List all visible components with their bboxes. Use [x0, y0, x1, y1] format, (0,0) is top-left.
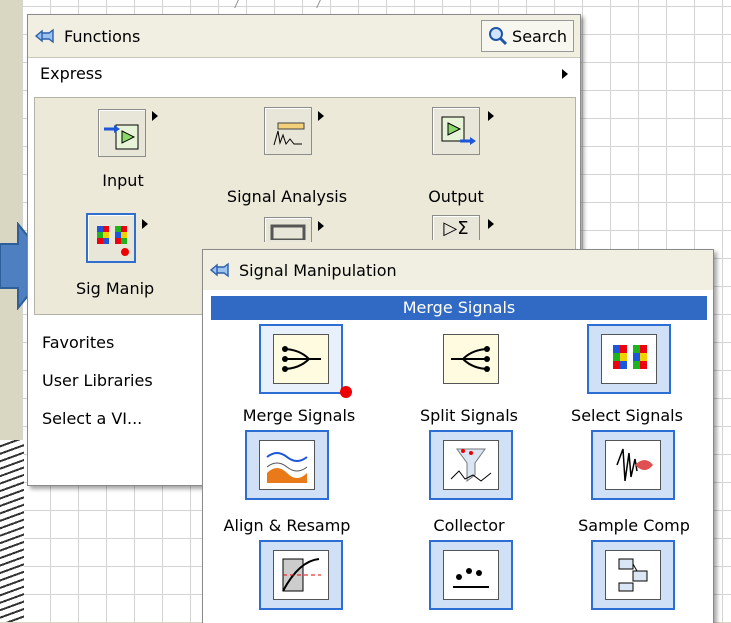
sig-manip-icon[interactable] — [86, 213, 136, 263]
search-button[interactable]: Search — [481, 20, 574, 52]
signal-analysis-icon[interactable] — [264, 107, 312, 155]
submenu-arrow-icon — [152, 111, 158, 121]
functions-palette-title: Functions — [64, 26, 141, 46]
pushpin-icon[interactable] — [34, 27, 56, 45]
sample-compression-label: Sample Comp — [578, 516, 690, 535]
search-button-label: Search — [512, 26, 567, 46]
highlighted-item-bar: Merge Signals — [211, 296, 707, 320]
arith-compare-icon[interactable]: ▷Σ — [432, 215, 480, 240]
output-label: Output — [428, 187, 484, 206]
signal-manipulation-title: Signal Manipulation — [239, 260, 397, 280]
split-signals-label: Split Signals — [419, 406, 519, 425]
merge-signals-label: Merge Signals — [242, 406, 356, 425]
align-resample-button[interactable] — [245, 430, 329, 500]
menu-user-libraries[interactable]: User Libraries — [42, 371, 153, 390]
align-resample-label: Align & Resamp — [223, 516, 351, 535]
select-signals-button[interactable] — [587, 324, 671, 394]
select-signals-label: Select Signals — [571, 406, 683, 425]
sample-compression-button[interactable] — [591, 430, 675, 500]
exec-control-icon[interactable] — [264, 217, 312, 242]
signal-manipulation-header[interactable]: Signal Manipulation — [203, 250, 713, 290]
output-icon[interactable] — [432, 107, 480, 155]
submenu-arrow-icon — [142, 219, 148, 229]
convert-button[interactable] — [591, 540, 675, 610]
input-label: Input — [102, 171, 144, 190]
menu-favorites[interactable]: Favorites — [42, 333, 114, 352]
search-icon — [489, 27, 508, 46]
selection-marker-icon — [340, 386, 352, 398]
submenu-arrow-icon — [318, 111, 324, 121]
merge-signals-button[interactable] — [259, 324, 343, 394]
collector-label: Collector — [433, 516, 505, 535]
submenu-arrow-icon — [318, 221, 324, 231]
pushpin-icon[interactable] — [209, 261, 231, 279]
relay-button[interactable] — [259, 540, 343, 610]
functions-palette-header[interactable]: Functions Search — [28, 15, 580, 58]
collector-button[interactable] — [429, 430, 513, 500]
signal-analysis-label: Signal Analysis — [226, 187, 348, 206]
category-express[interactable]: Express — [28, 59, 578, 89]
submenu-arrow-icon — [488, 219, 494, 229]
trigger-gate-button[interactable] — [429, 540, 513, 610]
signal-manipulation-palette: Signal Manipulation Merge Signals Merge … — [202, 249, 714, 623]
menu-select-a-vi[interactable]: Select a VI... — [42, 409, 142, 428]
sig-manip-label: Sig Manip — [76, 279, 155, 298]
category-express-label: Express — [40, 64, 103, 83]
input-icon[interactable] — [98, 109, 146, 157]
submenu-arrow-icon — [488, 111, 494, 121]
submenu-arrow-icon — [562, 69, 568, 79]
wire-decoration — [0, 440, 24, 622]
split-signals-button[interactable] — [429, 324, 513, 394]
